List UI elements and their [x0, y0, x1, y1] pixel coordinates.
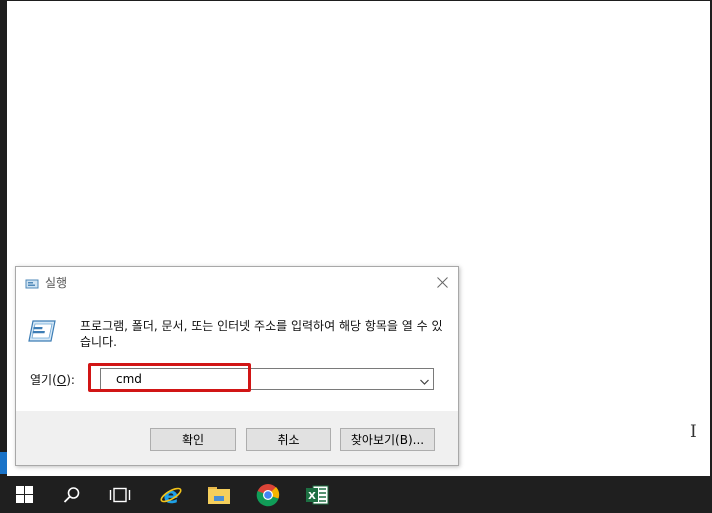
- ok-button[interactable]: 확인: [150, 428, 236, 451]
- file-explorer-button[interactable]: [199, 476, 239, 513]
- excel-icon: X: [306, 485, 329, 504]
- taskbar: e X: [0, 476, 712, 513]
- search-icon: [63, 486, 80, 503]
- dialog-titlebar[interactable]: 실행: [16, 267, 458, 297]
- dropdown-arrow[interactable]: [419, 373, 430, 392]
- cancel-button[interactable]: 취소: [246, 428, 331, 451]
- text-cursor-icon: I: [690, 422, 697, 442]
- window-frame-left: [0, 0, 7, 476]
- internet-explorer-icon: e: [160, 484, 182, 507]
- run-program-icon: [28, 319, 56, 347]
- excel-button[interactable]: X: [297, 476, 337, 513]
- dialog-title: 실행: [45, 276, 68, 290]
- open-label-hotkey: O: [56, 373, 67, 387]
- svg-text:X: X: [308, 491, 316, 502]
- chrome-icon: [256, 483, 280, 506]
- window-frame-top: [0, 0, 712, 1]
- file-explorer-icon: [208, 486, 230, 504]
- start-icon: [15, 486, 33, 503]
- start-button[interactable]: [4, 476, 44, 513]
- close-button[interactable]: [430, 271, 454, 293]
- task-view-icon: [109, 487, 131, 502]
- chevron-down-icon: [420, 379, 429, 385]
- run-dialog: 실행 프로그램, 폴더, 문서, 또는 인터넷 주소를 입력하여 해당 항목을 …: [15, 266, 459, 466]
- window-frame-accent: [0, 452, 7, 474]
- task-view-button[interactable]: [100, 476, 140, 513]
- highlight-annotation: [88, 363, 251, 392]
- dialog-description: 프로그램, 폴더, 문서, 또는 인터넷 주소를 입력하여 해당 항목을 열 수…: [80, 319, 443, 349]
- open-label: 열기(O):: [30, 371, 75, 388]
- chrome-button[interactable]: [248, 476, 288, 513]
- close-icon: [436, 276, 448, 288]
- search-button[interactable]: [52, 476, 92, 513]
- browse-button[interactable]: 찾아보기(B)...: [340, 428, 435, 451]
- open-label-suffix: ):: [66, 373, 75, 387]
- internet-explorer-button[interactable]: e: [151, 476, 191, 513]
- run-icon: [25, 275, 39, 294]
- button-area: 확인 취소 찾아보기(B)...: [16, 411, 458, 465]
- open-label-prefix: 열기(: [30, 373, 57, 387]
